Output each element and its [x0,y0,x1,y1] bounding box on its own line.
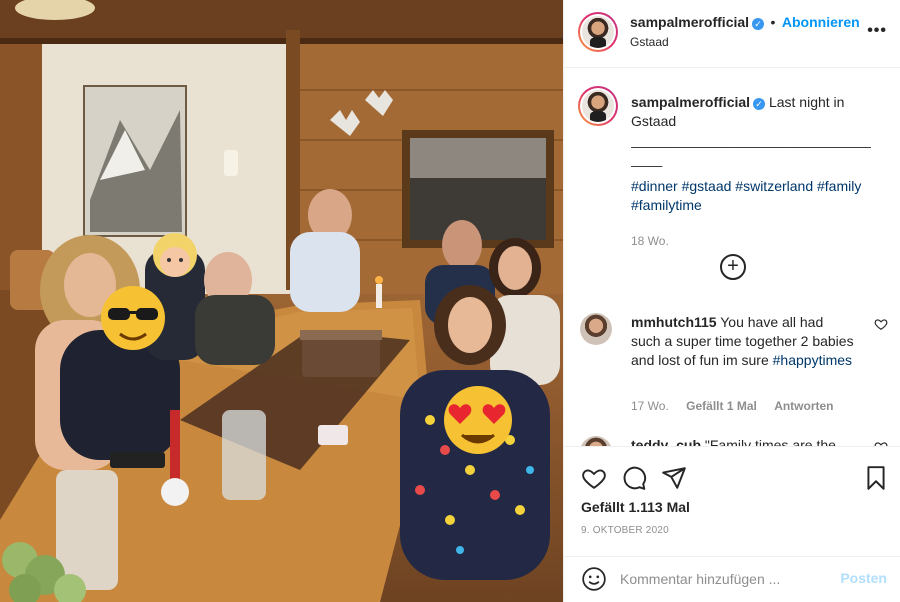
reply-button[interactable]: Antworten [774,399,833,413]
blonde-child-emoji [153,233,197,277]
header-user: sampalmerofficial ✓ • Abonnieren [630,14,860,32]
heart-eyes-emoji [444,386,512,454]
comment-likes[interactable]: Gefällt 1 Mal [686,399,757,413]
location-link[interactable]: Gstaad [630,35,669,49]
likes-count[interactable]: Gefällt 1.113 Mal [581,499,690,515]
load-more-comments-icon[interactable]: + [720,254,746,280]
verified-badge-icon: ✓ [753,98,766,110]
separator-dot: • [770,14,776,30]
emoji-icon[interactable] [581,566,607,592]
caption-text: sampalmerofficial ✓ Last night in Gstaad … [631,93,881,215]
post-header: sampalmerofficial ✓ • Abonnieren Gstaad •… [564,0,900,68]
comment-hashtag[interactable]: #happytimes [773,352,852,368]
post-sidebar: sampalmerofficial ✓ • Abonnieren Gstaad •… [563,0,900,602]
bookmark-icon[interactable] [863,465,889,491]
caption-hashtags[interactable]: #dinner #gstaad #switzerland #family #fa… [631,178,861,213]
verified-badge-icon: ✓ [752,18,765,30]
comment-body: "Family times are the [704,437,836,446]
commenter-username[interactable]: mmhutch115 [631,314,717,330]
commenter-avatar[interactable] [580,313,612,345]
post-comment-button[interactable]: Posten [840,570,887,586]
comment-text: mmhutch115 You have all had such a super… [631,313,856,370]
more-options-icon[interactable]: ••• [867,22,887,40]
author-username[interactable]: sampalmerofficial [630,14,749,30]
commenter-avatar[interactable] [580,436,612,446]
sunglasses-emoji [101,286,165,350]
water-carafe [222,410,266,500]
share-icon[interactable] [661,465,687,491]
follow-button[interactable]: Abonnieren [782,14,860,30]
comment-meta: 17 Wo. Gefällt 1 Mal Antworten [631,399,848,413]
cake [302,335,380,377]
post-photo[interactable] [0,0,563,602]
caption-rule-2: ____ [631,151,663,167]
comment-input[interactable] [620,568,830,590]
caption-age[interactable]: 18 Wo. [631,234,669,248]
caption-rule: ________________________________ [631,132,871,148]
heart-icon[interactable] [581,465,607,491]
dinner-scene-illustration [0,0,563,602]
author-avatar[interactable] [578,12,618,52]
action-bar: Gefällt 1.113 Mal 9. OKTOBER 2020 [564,446,900,556]
comment-age[interactable]: 17 Wo. [631,399,669,413]
caption-avatar[interactable] [578,86,618,126]
person-6 [442,220,482,270]
comments-list[interactable]: sampalmerofficial ✓ Last night in Gstaad … [564,68,900,446]
comment-icon[interactable] [621,465,647,491]
add-comment-bar: Posten [564,556,900,602]
commenter-username[interactable]: teddy_cub [631,437,701,446]
post-date[interactable]: 9. OKTOBER 2020 [581,525,669,536]
like-comment-heart-icon[interactable] [874,317,888,331]
caption-username[interactable]: sampalmerofficial [631,94,750,110]
comment-text: teddy_cub "Family times are the [631,436,856,446]
